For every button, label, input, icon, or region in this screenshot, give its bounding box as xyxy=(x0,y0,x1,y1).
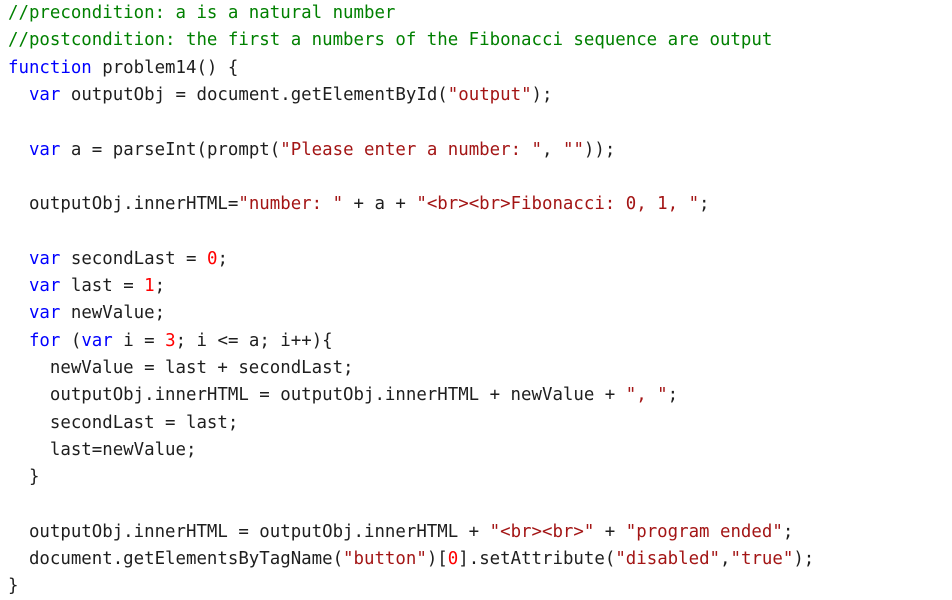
code-text: + a + xyxy=(343,194,417,215)
code-keyword: var xyxy=(28,84,61,105)
code-text: , xyxy=(720,549,731,569)
code-text: secondLast = xyxy=(60,248,207,269)
code-string: ", " xyxy=(625,385,668,406)
code-text: ; xyxy=(217,248,228,269)
code-line: //postcondition: the first a numbers of … xyxy=(8,27,772,54)
code-text: ; i <= a; i++){ xyxy=(175,330,333,351)
code-text: outputObj.innerHTML= xyxy=(8,194,239,215)
code-string: "true" xyxy=(730,549,794,569)
code-text: a = parseInt(prompt( xyxy=(60,139,281,160)
code-line: var newValue; xyxy=(8,300,165,327)
code-text: ); xyxy=(531,84,553,105)
code-text: problem14() { xyxy=(91,57,239,78)
code-number: 0 xyxy=(206,248,218,269)
code-keyword: var xyxy=(81,330,113,351)
code-line: document.getElementsByTagName("button")[… xyxy=(8,546,814,573)
code-text: ].setAttribute( xyxy=(458,549,616,569)
code-line: secondLast = last; xyxy=(8,410,238,437)
code-text: outputObj = document.getElementById( xyxy=(60,84,448,105)
code-string: "" xyxy=(562,139,584,160)
code-text: ; xyxy=(699,194,710,215)
code-keyword: function xyxy=(8,57,92,78)
code-number: 0 xyxy=(447,549,459,569)
code-line: var outputObj = document.getElementById(… xyxy=(8,82,553,109)
code-text: document.getElementsByTagName( xyxy=(8,549,344,569)
code-string: "disabled" xyxy=(615,549,721,569)
code-keyword: for xyxy=(28,330,61,351)
code-string: "output" xyxy=(447,84,532,105)
code-text: } xyxy=(8,576,19,597)
code-line: var last = 1; xyxy=(8,273,165,300)
code-text: ; xyxy=(154,276,166,296)
code-line: } xyxy=(8,573,18,600)
code-keyword: var xyxy=(28,276,61,296)
code-text: newValue = last + secondLast; xyxy=(8,357,354,378)
code-line: outputObj.innerHTML="number: " + a + "<b… xyxy=(8,191,710,218)
code-string: "program ended" xyxy=(625,521,783,542)
code-line: outputObj.innerHTML = outputObj.innerHTM… xyxy=(8,519,793,546)
code-text: ; xyxy=(667,385,679,406)
code-text: last = xyxy=(60,276,145,296)
code-text: )); xyxy=(583,139,616,160)
code-string: "button" xyxy=(343,549,427,569)
code-text: } xyxy=(8,467,40,488)
code-text: , xyxy=(542,139,563,160)
code-text: outputObj.innerHTML = outputObj.innerHTM… xyxy=(8,521,490,542)
code-line: for (var i = 3; i <= a; i++){ xyxy=(8,328,333,355)
code-editor: //precondition: a is a natural number //p… xyxy=(0,0,952,597)
code-line: } xyxy=(8,464,39,491)
code-line: //precondition: a is a natural number xyxy=(8,0,395,27)
code-text: ( xyxy=(60,330,82,351)
code-line: var a = parseInt(prompt("Please enter a … xyxy=(8,137,615,164)
code-keyword: var xyxy=(28,139,61,160)
code-string: "number: " xyxy=(238,194,344,215)
code-comment: //postcondition: the first a numbers of … xyxy=(8,30,773,51)
code-number: 3 xyxy=(165,330,176,351)
code-line: last=newValue; xyxy=(8,437,197,464)
code-text: last=newValue; xyxy=(8,439,197,460)
code-text: outputObj.innerHTML = outputObj.innerHTM… xyxy=(8,385,626,406)
code-comment: //precondition: a is a natural number xyxy=(8,3,396,23)
code-keyword: var xyxy=(28,248,61,269)
code-number: 1 xyxy=(144,276,155,296)
code-string: "<br><br>" xyxy=(489,521,595,542)
code-string: "Please enter a number: " xyxy=(280,139,543,160)
code-keyword: var xyxy=(28,303,61,324)
code-line: var secondLast = 0; xyxy=(8,246,228,273)
code-text: + xyxy=(594,521,626,542)
code-line: function problem14() { xyxy=(8,55,238,82)
code-string: "<br><br>Fibonacci: 0, 1, " xyxy=(416,194,700,215)
code-text: )[ xyxy=(426,549,448,569)
code-text: newValue; xyxy=(60,303,166,324)
code-line: outputObj.innerHTML = outputObj.innerHTM… xyxy=(8,382,678,409)
code-text: ); xyxy=(793,549,815,569)
code-line: newValue = last + secondLast; xyxy=(8,355,354,382)
code-text: i = xyxy=(112,330,166,351)
code-text: secondLast = last; xyxy=(8,412,239,433)
code-text: ; xyxy=(782,521,794,542)
